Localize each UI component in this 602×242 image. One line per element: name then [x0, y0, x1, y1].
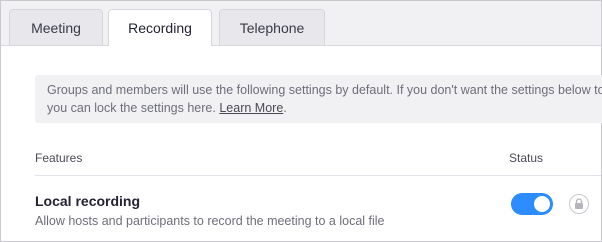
- learn-more-link[interactable]: Learn More: [219, 101, 283, 115]
- tab-bar: Meeting Recording Telephone: [1, 1, 601, 46]
- tab-recording[interactable]: Recording: [108, 9, 212, 46]
- status-column-header: Status: [509, 151, 544, 165]
- local-recording-description: Allow hosts and participants to record t…: [35, 214, 385, 228]
- info-banner: Groups and members will use the followin…: [35, 75, 602, 123]
- local-recording-toggle[interactable]: [511, 193, 553, 215]
- info-text: you can lock the settings here.: [47, 101, 216, 115]
- info-text-line1: Groups and members will use the followin…: [47, 83, 602, 97]
- lock-icon[interactable]: [569, 194, 589, 214]
- info-text-line2: you can lock the settings here. Learn Mo…: [47, 99, 602, 117]
- tab-telephone[interactable]: Telephone: [219, 9, 325, 45]
- settings-panel: Meeting Recording Telephone Groups and m…: [0, 0, 602, 242]
- header-divider: [35, 175, 601, 176]
- local-recording-title: Local recording: [35, 193, 141, 209]
- toggle-knob: [534, 196, 550, 212]
- info-period: .: [283, 101, 287, 115]
- tab-meeting[interactable]: Meeting: [9, 9, 103, 45]
- lock-icon-graphic: [575, 198, 583, 209]
- features-column-header: Features: [35, 151, 83, 165]
